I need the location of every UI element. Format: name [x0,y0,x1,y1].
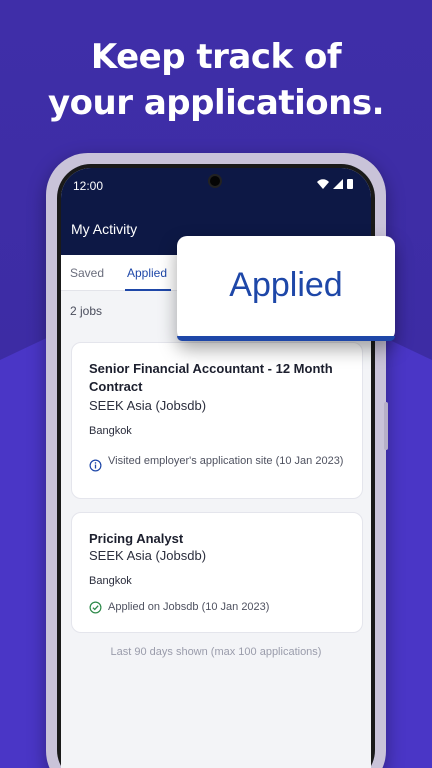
camera-icon [208,174,222,188]
job-title[interactable]: Pricing Analyst [89,530,351,548]
application-status: Applied on Jobsdb (10 Jan 2023) [108,601,270,613]
tab-saved[interactable]: Saved [70,266,104,280]
history-footer-note: Last 90 days shown (max 100 applications… [110,646,322,658]
promo-headline-line-2: your applications. [48,83,384,123]
callout-label: Applied [229,266,343,304]
tab-selected-indicator [125,289,171,291]
job-count: 2 jobs [70,304,103,318]
job-company: SEEK Asia (Jobsdb) [89,548,207,563]
callout-underline [177,336,395,341]
job-location: Bangkok [89,425,132,437]
status-time: 12:00 [73,179,104,193]
job-location: Bangkok [89,575,132,587]
check-circle-icon [89,601,102,614]
battery-icon [347,179,353,189]
info-icon [89,459,102,472]
application-status: Visited employer's application site (10 … [108,455,344,467]
wifi-icon [317,179,329,189]
job-company: SEEK Asia (Jobsdb) [89,398,207,413]
status-icons [317,179,353,189]
applied-tab-callout: Applied [177,236,395,341]
tab-applied[interactable]: Applied [127,266,167,280]
signal-icon [333,179,343,189]
page-title: My Activity [71,221,138,237]
job-card[interactable]: Senior Financial Accountant - 12 Month C… [71,342,363,499]
job-title[interactable]: Senior Financial Accountant - 12 Month C… [89,360,351,396]
phone-power-button [384,402,388,450]
job-card[interactable]: Pricing Analyst SEEK Asia (Jobsdb) Bangk… [71,512,363,633]
promo-headline-line-1: Keep track of [90,37,342,77]
promo-headline: Keep track of your applications. [0,34,432,126]
